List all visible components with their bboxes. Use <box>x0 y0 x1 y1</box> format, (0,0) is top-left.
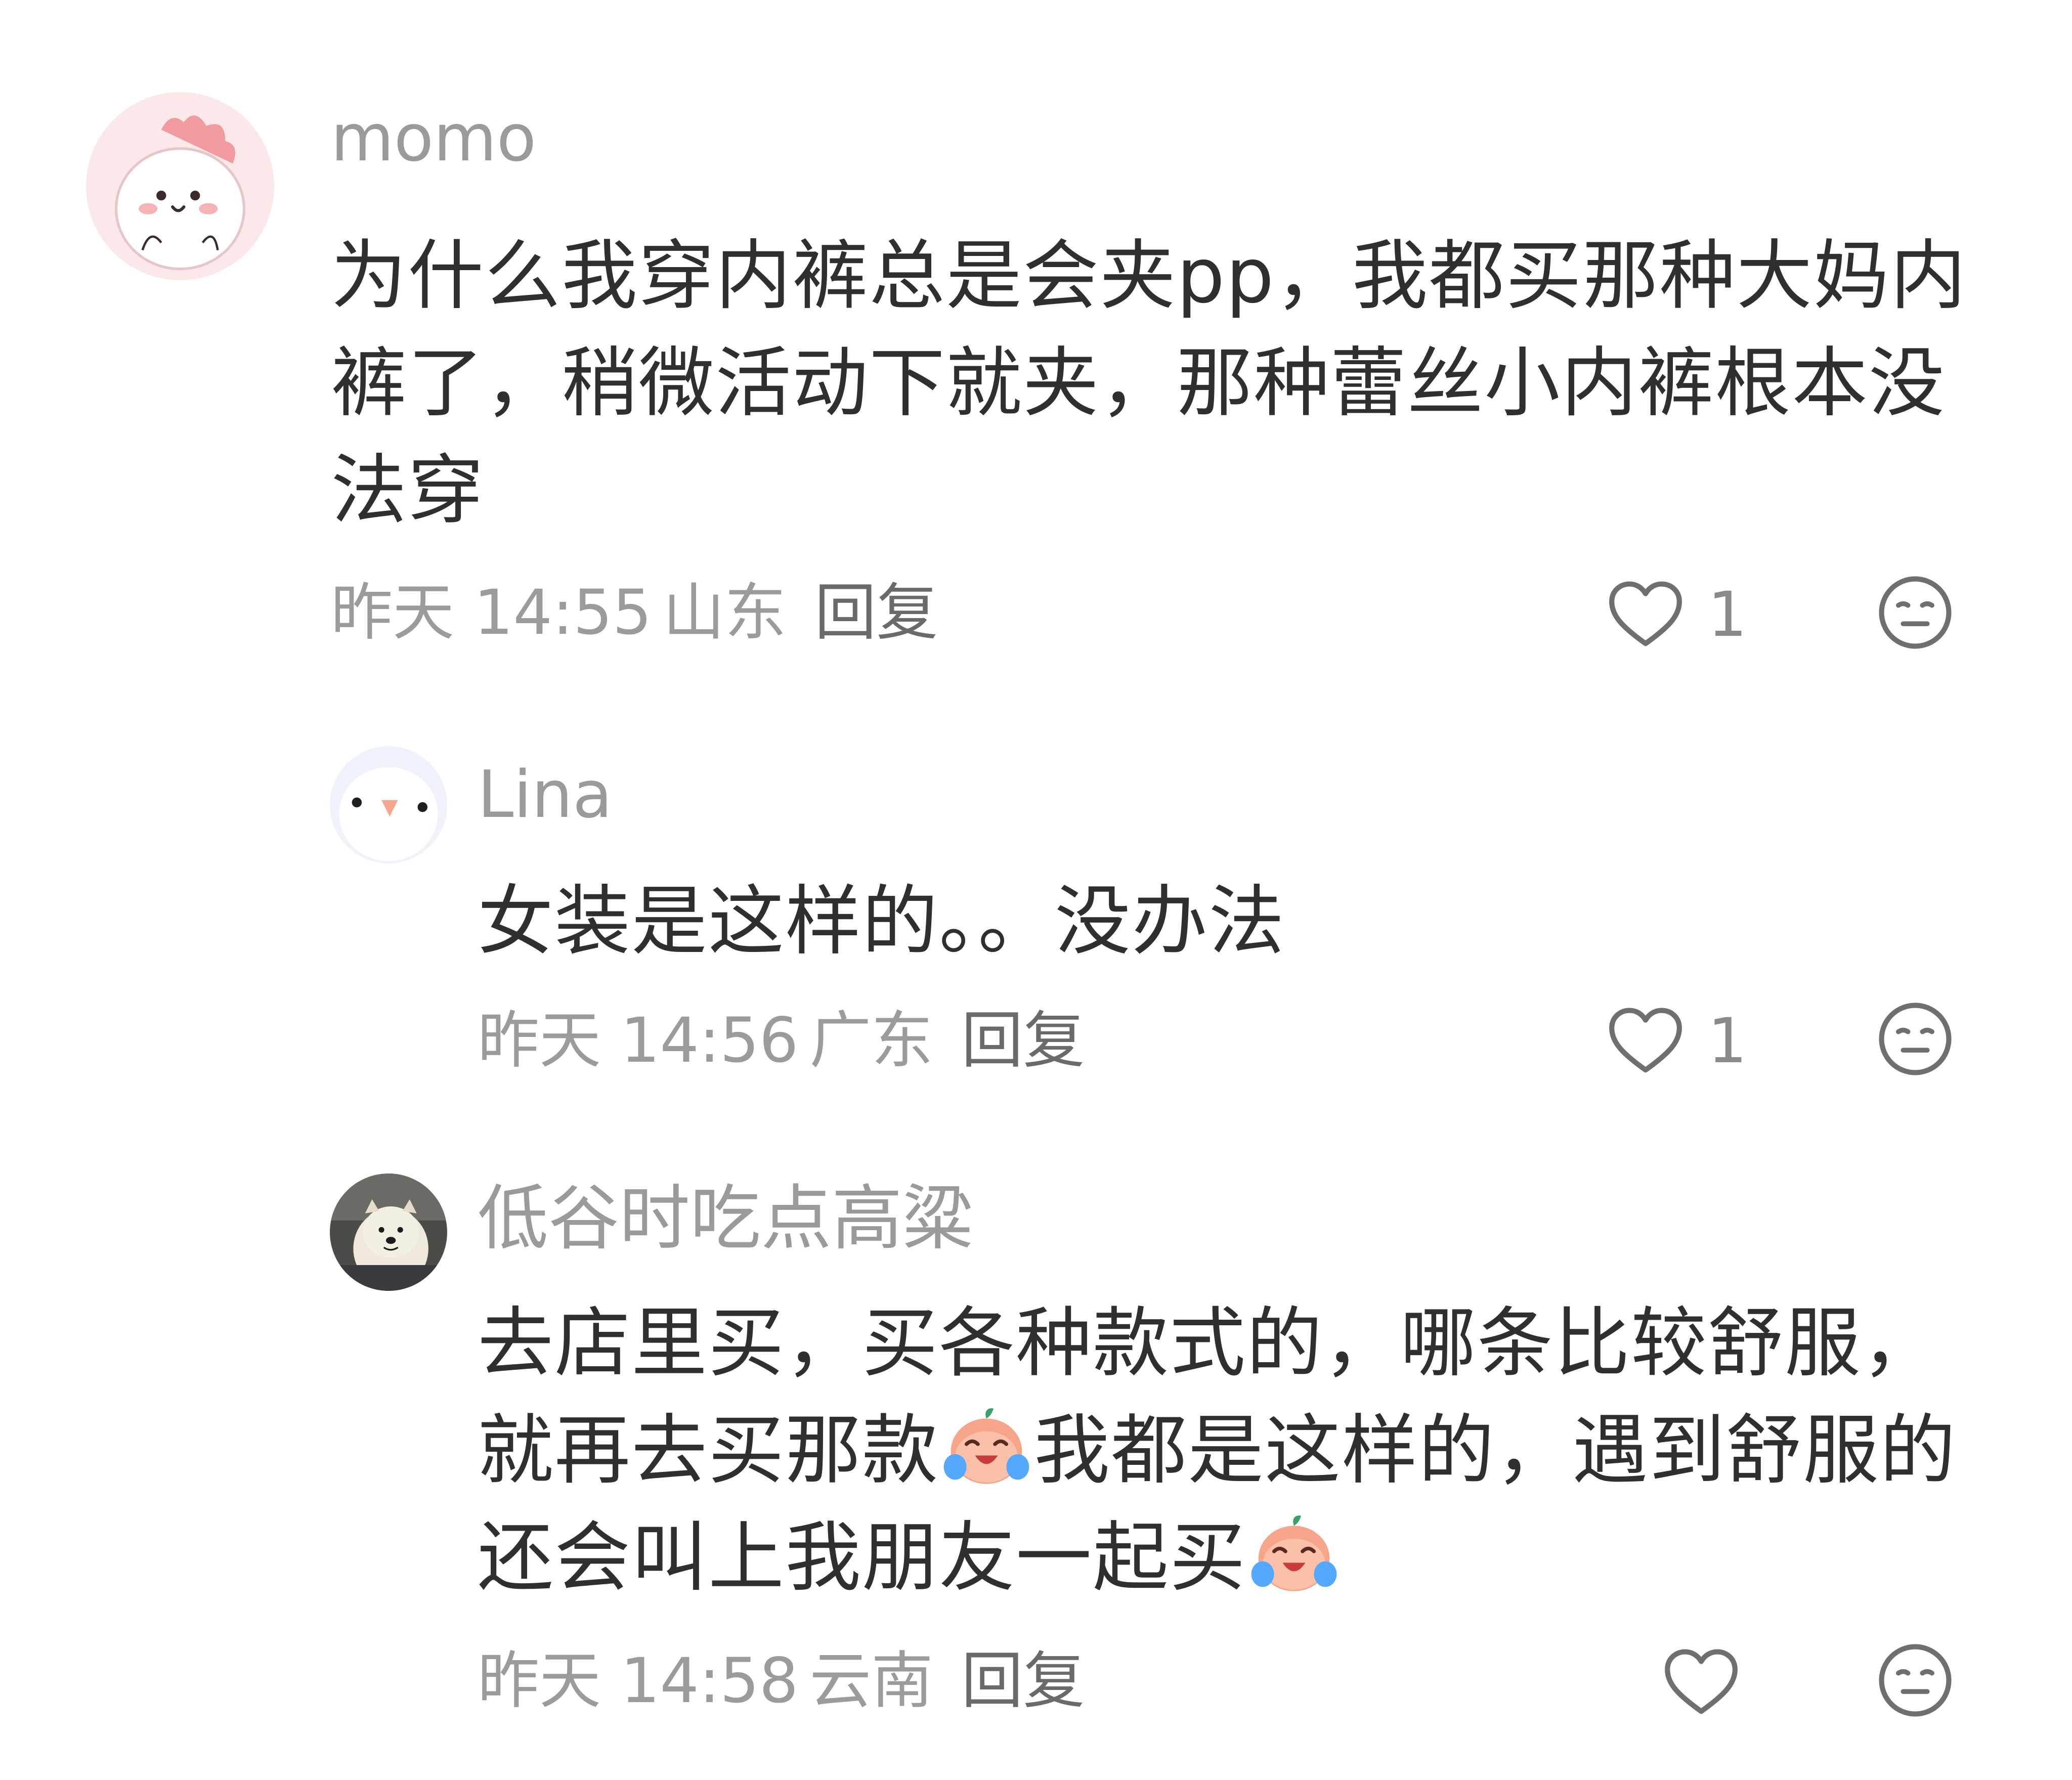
comment-location: 云南 <box>809 1645 933 1717</box>
like-button[interactable]: 1 <box>1606 579 1747 650</box>
avatar[interactable] <box>330 1174 447 1291</box>
react-button[interactable] <box>1877 1001 1954 1077</box>
comment-meta: 昨天 14:56 广东 回复 <box>478 1010 1096 1071</box>
meh-face-icon <box>1877 574 1954 651</box>
meh-face-icon <box>1877 1001 1954 1077</box>
comment-location: 山东 <box>663 577 787 648</box>
comment-text: 女装是这样的。。没办法 <box>478 878 1286 966</box>
crying-laughing-peach-emoji-icon <box>941 1399 1032 1490</box>
pink-dino-avatar-icon <box>86 92 274 280</box>
crying-laughing-peach-emoji-icon <box>1248 1506 1340 1597</box>
react-button[interactable] <box>1877 1642 1954 1719</box>
comment-time: 昨天 14:56 <box>478 1005 799 1076</box>
like-button[interactable]: 1 <box>1606 1006 1747 1076</box>
comment-meta: 昨天 14:55 山东 回复 <box>331 582 949 643</box>
reply-button[interactable]: 回复 <box>814 577 938 648</box>
avatar[interactable] <box>86 92 274 280</box>
username[interactable]: momo <box>331 106 536 171</box>
username[interactable]: 低谷时吃点高粱 <box>478 1184 973 1254</box>
reply-button[interactable]: 回复 <box>961 1645 1085 1717</box>
heart-outline-icon <box>1661 1647 1741 1718</box>
comment-text: 去店里买，买各种款式的，哪条比较舒服，就再去买那款 我都是这样的，遇到舒服的还会叫… <box>478 1290 1995 1612</box>
heart-outline-icon <box>1606 1006 1686 1076</box>
white-bird-avatar-icon <box>330 746 447 863</box>
comment-time: 昨天 14:58 <box>478 1645 799 1717</box>
avatar[interactable] <box>330 746 447 863</box>
reply-button[interactable]: 回复 <box>961 1005 1085 1076</box>
comment-time: 昨天 14:55 <box>331 577 652 648</box>
react-button[interactable] <box>1877 574 1954 651</box>
comment-meta: 昨天 14:58 云南 回复 <box>478 1650 1096 1712</box>
username[interactable]: Lina <box>478 763 612 828</box>
meh-face-icon <box>1877 1642 1954 1719</box>
comment-text: 为什么我穿内裤总是会夹pp，我都买那种大妈内裤了，稍微活动下就夹，那种蕾丝小内裤… <box>331 232 1967 535</box>
like-count: 1 <box>1708 579 1747 650</box>
like-button[interactable] <box>1661 1647 1763 1718</box>
comment-location: 广东 <box>809 1005 933 1076</box>
like-count: 1 <box>1708 1005 1747 1077</box>
heart-outline-icon <box>1606 579 1686 650</box>
dog-photo-avatar-icon <box>330 1174 447 1291</box>
